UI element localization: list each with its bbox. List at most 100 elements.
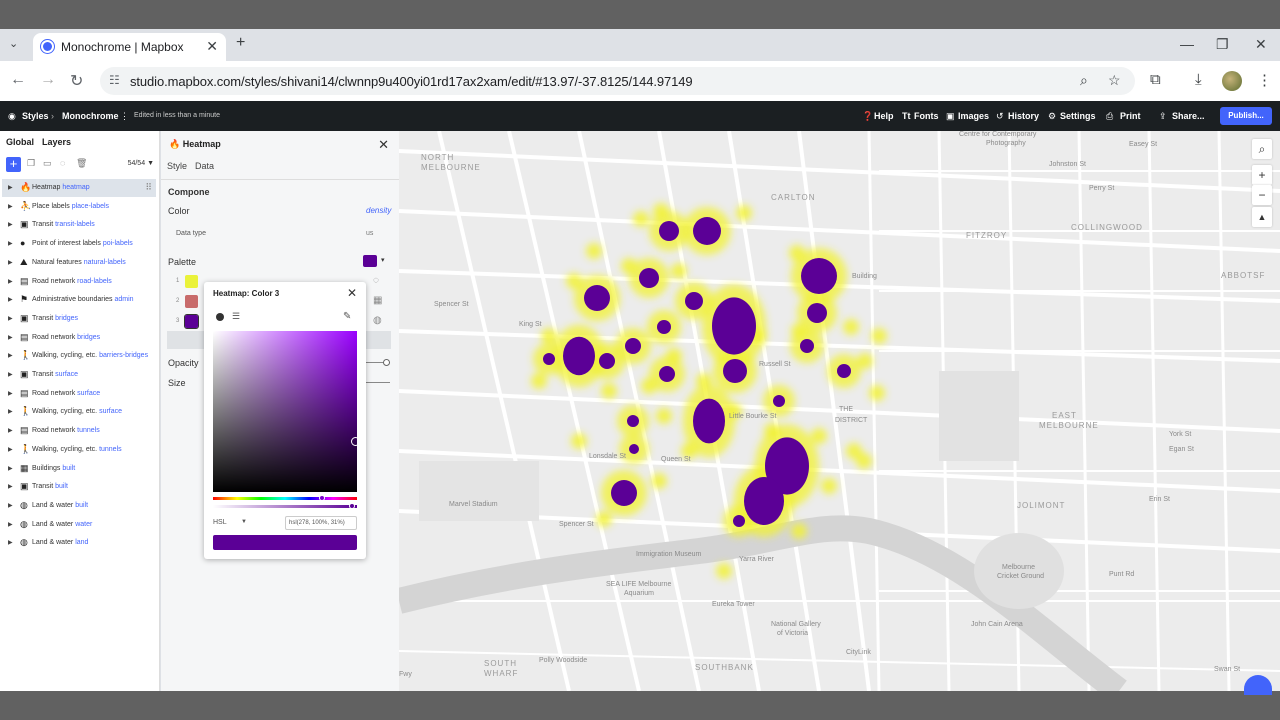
publish-button[interactable]: Publish... — [1220, 107, 1272, 125]
density-link[interactable]: density — [366, 206, 391, 215]
filter-icon[interactable]: ▼ — [147, 160, 154, 167]
hue-handle[interactable] — [319, 495, 325, 501]
expand-caret-icon[interactable]: ▶ — [8, 371, 13, 378]
style-name[interactable]: Monochrome — [62, 111, 119, 121]
palette-dropdown-icon[interactable]: ▾ — [381, 256, 385, 264]
layer-row-1[interactable]: ▶ ⛹ Place labels place-labels — [2, 198, 156, 216]
layer-row-15[interactable]: ▶ ▦ Buildings built — [2, 460, 156, 478]
images-button[interactable]: Images — [958, 111, 989, 121]
expand-caret-icon[interactable]: ▶ — [8, 278, 13, 285]
expand-caret-icon[interactable]: ▶ — [8, 390, 13, 397]
expand-caret-icon[interactable]: ▶ — [8, 483, 13, 490]
back-icon[interactable]: ← — [10, 71, 26, 89]
expand-caret-icon[interactable]: ▶ — [8, 539, 13, 546]
print-button[interactable]: Print — [1120, 111, 1141, 121]
hide-eye-icon[interactable]: ◌ — [60, 158, 65, 168]
solid-mode-icon[interactable] — [216, 313, 224, 321]
help-chat-button[interactable] — [1244, 675, 1272, 695]
expand-caret-icon[interactable]: ▶ — [8, 446, 13, 453]
layer-row-2[interactable]: ▶ ▣ Transit transit-labels — [2, 216, 156, 234]
group-folder-icon[interactable]: ▭ — [43, 158, 52, 169]
expand-caret-icon[interactable]: ▶ — [8, 352, 13, 359]
more-menu-icon[interactable]: ⋮ — [1257, 71, 1272, 89]
layer-row-0[interactable]: ▶ 🔥 Heatmap heatmap ⠿ — [2, 179, 156, 197]
expand-caret-icon[interactable]: ▶ — [8, 427, 13, 434]
reload-icon[interactable]: ↻ — [70, 71, 83, 91]
layer-row-4[interactable]: ▶ ⛰ Natural features natural-labels — [2, 254, 156, 272]
palette-swatch-3[interactable] — [184, 314, 199, 329]
opacity-slider-handle[interactable] — [383, 359, 390, 366]
share-button[interactable]: Share... — [1172, 111, 1205, 121]
expand-caret-icon[interactable]: ▶ — [8, 296, 13, 303]
download-icon[interactable]: ⤓ — [1195, 71, 1202, 88]
tab-style[interactable]: Style — [167, 161, 187, 171]
layer-row-14[interactable]: ▶ 🚶 Walking, cycling, etc. tunnels — [2, 441, 156, 459]
hue-slider[interactable] — [213, 497, 357, 500]
profile-avatar[interactable] — [1222, 71, 1242, 91]
tab-layers[interactable]: Layers — [42, 137, 71, 147]
mode-dropdown-icon[interactable]: ▼ — [241, 519, 247, 525]
layer-row-17[interactable]: ▶ ◍ Land & water built — [2, 497, 156, 515]
address-bar[interactable]: ☷ studio.mapbox.com/styles/shivani14/clw… — [100, 67, 1135, 95]
browser-tab[interactable]: Monochrome | Mapbox ✕ — [33, 33, 226, 61]
layer-row-11[interactable]: ▶ ▤ Road network surface — [2, 385, 156, 403]
pattern-option-icon[interactable]: ▦ — [373, 295, 382, 306]
drag-handle-icon[interactable]: ⠿ — [145, 182, 152, 193]
help-icon[interactable]: ❓ — [862, 111, 873, 122]
close-panel-icon[interactable]: ✕ — [378, 137, 389, 153]
expand-caret-icon[interactable]: ▶ — [8, 408, 13, 415]
layer-row-8[interactable]: ▶ ▤ Road network bridges — [2, 329, 156, 347]
expand-caret-icon[interactable]: ▶ — [8, 203, 13, 210]
layer-row-7[interactable]: ▶ ▣ Transit bridges — [2, 310, 156, 328]
compass-button[interactable]: ▲ — [1252, 207, 1272, 227]
expand-caret-icon[interactable]: ▶ — [8, 259, 13, 266]
add-layer-button[interactable]: + — [6, 157, 21, 172]
expand-caret-icon[interactable]: ▶ — [8, 465, 13, 472]
globe-option-icon[interactable]: ◍ — [373, 315, 382, 326]
fonts-button[interactable]: Fonts — [914, 111, 939, 121]
forward-icon[interactable]: → — [40, 71, 56, 89]
settings-button[interactable]: Settings — [1060, 111, 1096, 121]
map-canvas[interactable]: NORTH MELBOURNE CARLTON FITZROY COLLINGWOOD A… — [399, 131, 1280, 691]
zoom-out-button[interactable]: − — [1252, 185, 1272, 205]
tab-data[interactable]: Data — [195, 161, 214, 171]
expand-caret-icon[interactable]: ▶ — [8, 184, 13, 191]
zoom-in-button[interactable]: + — [1252, 165, 1272, 185]
expand-caret-icon[interactable]: ▶ — [8, 502, 13, 509]
layer-row-18[interactable]: ▶ ◍ Land & water water — [2, 516, 156, 534]
tab-close-icon[interactable]: ✕ — [206, 38, 218, 55]
palette-preview[interactable] — [363, 255, 377, 267]
window-close-icon[interactable]: ✕ — [1255, 36, 1267, 53]
tab-global[interactable]: Global — [6, 137, 34, 147]
layer-row-10[interactable]: ▶ ▣ Transit surface — [2, 366, 156, 384]
layer-row-9[interactable]: ▶ 🚶 Walking, cycling, etc. barriers-bridge… — [2, 347, 156, 365]
map-search-button[interactable]: ⌕ — [1252, 139, 1272, 159]
color-value-input[interactable]: hsl(278, 100%, 31%) — [285, 516, 357, 530]
gradient-option-icon[interactable]: ◌ — [373, 275, 379, 286]
color-cursor[interactable] — [351, 437, 360, 446]
expand-caret-icon[interactable]: ▶ — [8, 221, 13, 228]
size-slider[interactable] — [366, 382, 390, 383]
data-type-value[interactable]: us — [366, 230, 373, 237]
delete-trash-icon[interactable]: 🗑 — [76, 158, 87, 169]
extensions-icon[interactable]: ⧉ — [1150, 71, 1161, 88]
site-info-icon[interactable]: ☷ — [109, 73, 120, 87]
layer-row-12[interactable]: ▶ 🚶 Walking, cycling, etc. surface — [2, 403, 156, 421]
expand-caret-icon[interactable]: ▶ — [8, 521, 13, 528]
minimize-icon[interactable]: — — [1180, 36, 1194, 52]
close-picker-icon[interactable]: ✕ — [347, 286, 357, 300]
eyedropper-icon[interactable]: ✎ — [343, 311, 351, 322]
layer-row-19[interactable]: ▶ ◍ Land & water land — [2, 534, 156, 552]
expand-caret-icon[interactable]: ▶ — [8, 334, 13, 341]
tab-search-icon[interactable]: ⌄ — [9, 37, 18, 50]
mapbox-logo-icon[interactable]: ◉ — [8, 111, 16, 122]
new-tab-icon[interactable]: + — [236, 34, 245, 52]
palette-swatch-2[interactable] — [185, 295, 198, 308]
style-menu-icon[interactable]: ⋮ — [120, 111, 129, 122]
duplicate-icon[interactable]: ❐ — [27, 158, 35, 169]
alpha-slider[interactable] — [213, 505, 357, 508]
help-button[interactable]: Help — [874, 111, 894, 121]
color-mode-select[interactable]: HSL — [213, 519, 227, 526]
layer-row-13[interactable]: ▶ ▤ Road network tunnels — [2, 422, 156, 440]
palette-swatch-1[interactable] — [185, 275, 198, 288]
